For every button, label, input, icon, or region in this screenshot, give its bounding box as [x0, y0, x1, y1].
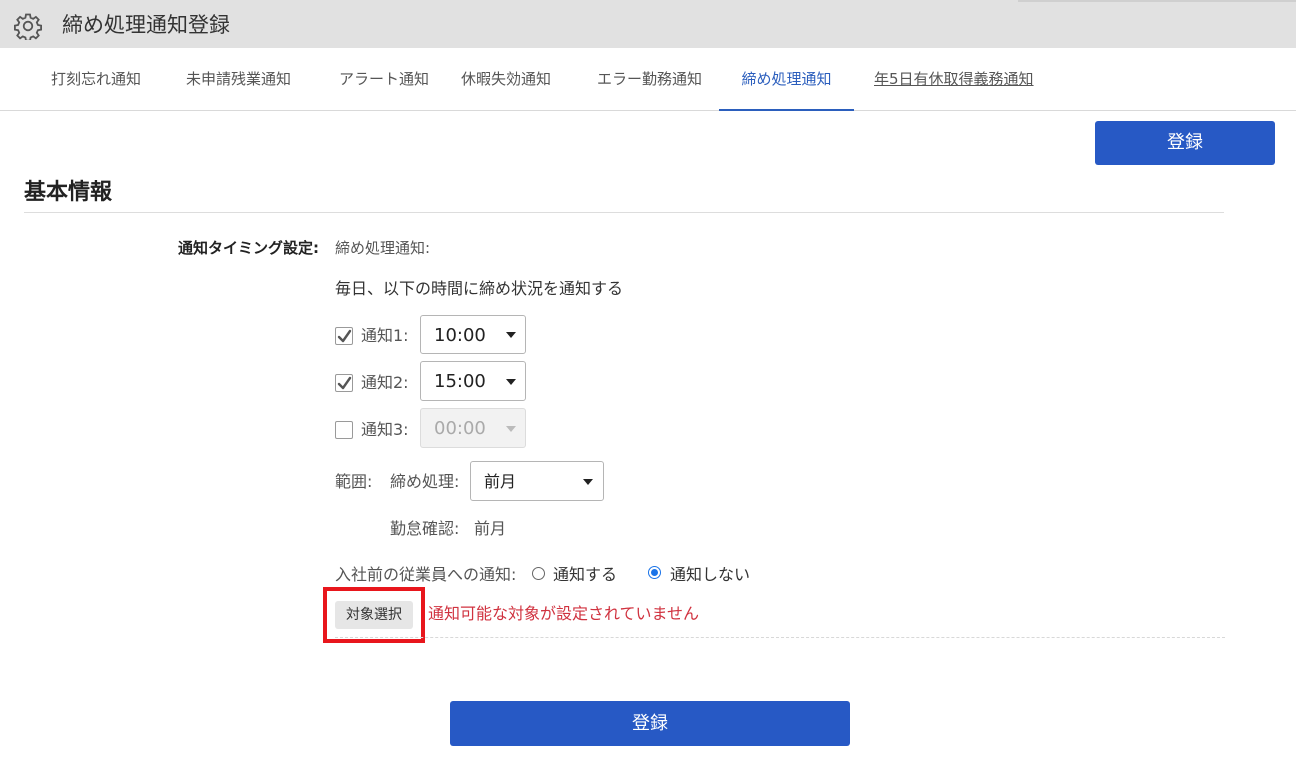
timing-setting-label: 通知タイミング設定:: [178, 239, 319, 257]
chevron-down-icon: [506, 332, 516, 338]
checkmark-icon: [337, 376, 352, 390]
attendance-check-value: 前月: [474, 519, 507, 538]
chevron-down-icon: [583, 479, 593, 485]
title-bar: 締め処理通知登録: [0, 0, 1296, 48]
notification-1-time-value: 10:00: [434, 325, 486, 346]
target-select-button[interactable]: 対象選択: [335, 601, 413, 629]
tab-annual-leave-obligation[interactable]: 年5日有休取得義務通知: [874, 48, 1034, 110]
timing-type-label: 締め処理通知:: [335, 239, 431, 257]
pre-hire-notification-label: 入社前の従業員への通知:: [335, 565, 517, 584]
target-error-message: 通知可能な対象が設定されていません: [428, 604, 700, 623]
notification-tabs: 打刻忘れ通知 未申請残業通知 アラート通知 休暇失効通知 エラー勤務通知 締め処…: [0, 48, 1296, 111]
notification-3-checkbox[interactable]: [335, 421, 353, 439]
gear-icon[interactable]: [14, 12, 42, 42]
range-label: 範囲:: [335, 472, 373, 491]
attendance-check-label: 勤怠確認:: [390, 519, 460, 538]
tab-alert[interactable]: アラート通知: [339, 48, 429, 110]
page-title: 締め処理通知登録: [62, 13, 230, 37]
tab-leave-expiry[interactable]: 休暇失効通知: [461, 48, 551, 110]
closing-range-select[interactable]: 前月: [470, 461, 604, 501]
notification-2-label: 通知2:: [361, 373, 409, 392]
timing-description: 毎日、以下の時間に締め状況を通知する: [335, 279, 624, 298]
title-bar-edge: [1018, 0, 1296, 2]
closing-range-value: 前月: [484, 472, 517, 491]
pre-hire-notify-label[interactable]: 通知する: [553, 564, 617, 586]
notification-3-time-select: 00:00: [420, 408, 526, 448]
notification-1-time-select[interactable]: 10:00: [420, 315, 526, 354]
notification-3-time-value: 00:00: [434, 418, 486, 439]
section-divider: [24, 212, 1224, 213]
section-title: 基本情報: [24, 180, 113, 205]
notification-1-checkbox[interactable]: [335, 327, 353, 345]
notification-2-time-value: 15:00: [434, 371, 486, 392]
pre-hire-no-notify-label[interactable]: 通知しない: [670, 564, 750, 586]
pre-hire-no-notify-radio[interactable]: [648, 566, 661, 579]
tab-unapplied-overtime[interactable]: 未申請残業通知: [186, 48, 291, 110]
notification-2-checkbox[interactable]: [335, 374, 353, 392]
register-button-top[interactable]: 登録: [1095, 121, 1275, 165]
tab-clock-in-forgot[interactable]: 打刻忘れ通知: [51, 48, 141, 110]
notification-1-label: 通知1:: [361, 326, 409, 345]
tab-closing-process[interactable]: 締め処理通知: [719, 48, 854, 111]
chevron-down-icon: [506, 426, 516, 432]
closing-process-label: 締め処理:: [390, 472, 460, 491]
dashed-divider: [335, 637, 1225, 638]
pre-hire-notify-radio[interactable]: [532, 567, 545, 580]
notification-3-label: 通知3:: [361, 420, 409, 439]
chevron-down-icon: [506, 379, 516, 385]
tab-error-attendance[interactable]: エラー勤務通知: [597, 48, 702, 110]
checkmark-icon: [337, 329, 352, 343]
register-button-bottom[interactable]: 登録: [450, 701, 850, 746]
notification-2-time-select[interactable]: 15:00: [420, 361, 526, 401]
